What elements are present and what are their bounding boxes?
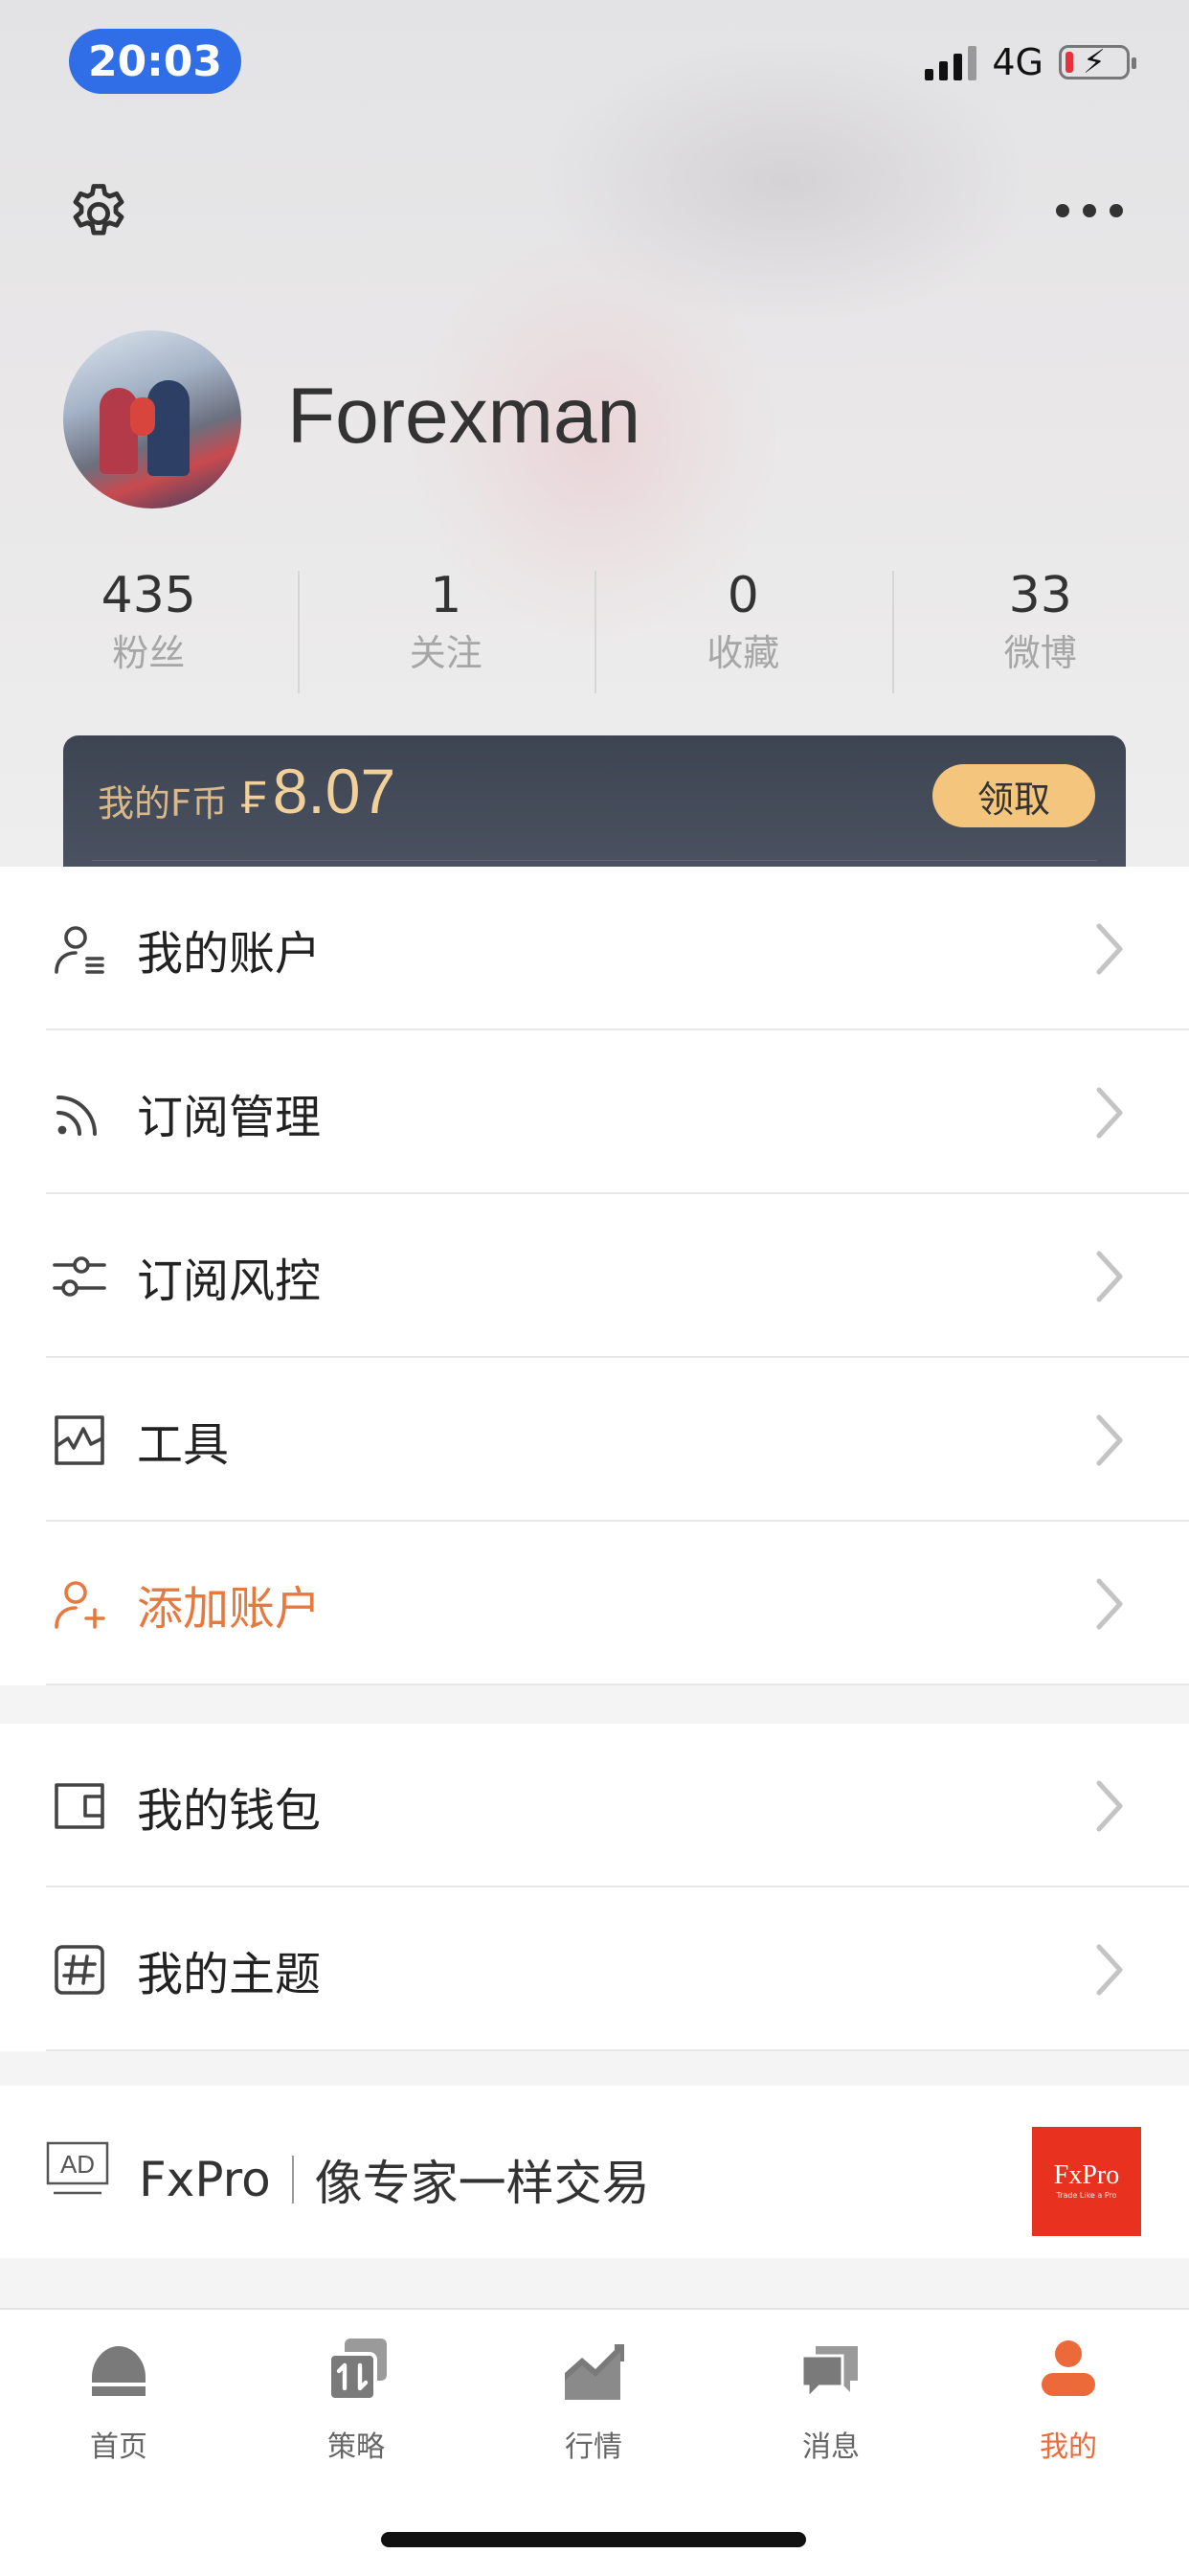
chevron-right-icon	[1091, 1412, 1130, 1469]
home-indicator[interactable]	[381, 2532, 806, 2547]
fxpro-logo-text: FxPro	[1054, 2161, 1119, 2190]
chevron-right-icon	[1091, 1941, 1130, 1999]
stat-label: 微博	[1004, 626, 1077, 680]
add-user-icon	[46, 1570, 113, 1638]
tab-label: 我的	[1040, 2423, 1097, 2465]
tab-label: 行情	[565, 2423, 622, 2465]
stat-value: 1	[430, 565, 461, 626]
chevron-right-icon	[1091, 1248, 1130, 1305]
status-indicators: 4G ⚡	[925, 38, 1130, 86]
menu-item-my-wallet[interactable]: 我的钱包	[0, 1724, 1189, 1887]
stat-value: 33	[1009, 565, 1072, 626]
ad-separator	[292, 2156, 294, 2203]
menu-item-subscription-risk-control[interactable]: 订阅风控	[0, 1194, 1189, 1358]
rss-icon	[46, 1079, 113, 1146]
account-icon	[46, 915, 113, 983]
gear-icon[interactable]	[61, 176, 136, 251]
tab-label: 策略	[327, 2423, 385, 2465]
divider	[46, 2049, 1189, 2051]
tab-market[interactable]: 行情	[475, 2331, 712, 2465]
ad-brand: FxPro	[139, 2152, 271, 2207]
menu-item-label: 订阅风控	[137, 1243, 321, 1310]
menu-item-label: 订阅管理	[137, 1079, 321, 1146]
battery-icon: ⚡	[1059, 45, 1130, 79]
menu-item-label: 添加账户	[137, 1570, 321, 1638]
strategy-icon	[318, 2331, 394, 2407]
status-time: 20:03	[69, 29, 241, 94]
divider	[46, 1683, 1189, 1685]
stat-value: 435	[101, 565, 196, 626]
stat-label: 关注	[410, 626, 482, 680]
menu-item-label: 我的主题	[137, 1936, 321, 2003]
ad-badge-icon: AD	[46, 2141, 109, 2197]
coin-symbol: ₣	[241, 773, 267, 824]
tab-label: 首页	[90, 2423, 147, 2465]
menu-group-main: 我的账户 订阅管理 订阅风控 工具	[0, 867, 1189, 1685]
stat-label: 收藏	[707, 626, 779, 680]
stat-label: 粉丝	[112, 626, 185, 680]
coin-value: ₣8.07	[241, 755, 395, 827]
username: Forexman	[287, 372, 640, 462]
chart-tool-icon	[46, 1407, 113, 1474]
menu-item-label: 工具	[137, 1407, 229, 1474]
tab-label: 消息	[802, 2423, 860, 2465]
menu-item-my-account[interactable]: 我的账户	[0, 867, 1189, 1030]
wallet-icon	[46, 1773, 113, 1840]
coin-balance-card[interactable]: 我的F币 ₣8.07 领取	[63, 735, 1126, 867]
chevron-right-icon	[1091, 1575, 1130, 1633]
coin-label: 我的F币	[98, 774, 228, 826]
fxpro-logo[interactable]: FxPro Trade Like a Pro	[1032, 2127, 1141, 2236]
stat-posts[interactable]: 33 微博	[892, 565, 1189, 699]
coin-amount: 8.07	[273, 756, 395, 826]
menu-item-subscription-management[interactable]: 订阅管理	[0, 1030, 1189, 1194]
tab-profile[interactable]: 我的	[950, 2331, 1187, 2465]
hashtag-icon	[46, 1936, 113, 2003]
sliders-icon	[46, 1243, 113, 1310]
network-type: 4G	[992, 41, 1043, 83]
menu-item-label: 我的钱包	[137, 1773, 321, 1840]
stat-favorites[interactable]: 0 收藏	[594, 565, 892, 699]
menu-item-tools[interactable]: 工具	[0, 1358, 1189, 1522]
profile-icon	[1030, 2331, 1107, 2407]
chevron-right-icon	[1091, 1777, 1130, 1835]
stat-value: 0	[728, 565, 759, 626]
menu-item-my-topics[interactable]: 我的主题	[0, 1887, 1189, 2051]
more-dots-icon[interactable]	[1051, 192, 1128, 230]
tab-messages[interactable]: 消息	[712, 2331, 950, 2465]
stat-followers[interactable]: 435 粉丝	[0, 565, 298, 699]
divider	[92, 860, 1097, 861]
chevron-right-icon	[1091, 1084, 1130, 1141]
market-icon	[555, 2331, 632, 2407]
ad-slogan: 像专家一样交易	[315, 2145, 650, 2214]
ad-text: FxPro 像专家一样交易	[139, 2145, 650, 2214]
tab-home[interactable]: 首页	[0, 2331, 237, 2465]
claim-button[interactable]: 领取	[932, 764, 1095, 827]
menu-item-label: 我的账户	[137, 915, 321, 983]
home-icon	[80, 2331, 157, 2407]
stat-following[interactable]: 1 关注	[298, 565, 595, 699]
signal-icon	[925, 44, 976, 80]
message-icon	[793, 2331, 869, 2407]
tab-strategy[interactable]: 策略	[237, 2331, 475, 2465]
menu-item-add-account[interactable]: 添加账户	[0, 1522, 1189, 1685]
ad-banner[interactable]: AD FxPro 像专家一样交易 FxPro Trade Like a Pro	[0, 2086, 1189, 2258]
fxpro-logo-subtext: Trade Like a Pro	[1056, 2190, 1116, 2202]
avatar[interactable]	[63, 330, 241, 508]
chevron-right-icon	[1091, 920, 1130, 978]
menu-group-secondary: 我的钱包 我的主题	[0, 1724, 1189, 2051]
ad-badge-text: AD	[60, 2150, 95, 2179]
profile-header: 20:03 4G ⚡ Forexman 435 粉丝 1 关注 0 收藏	[0, 0, 1189, 867]
profile-stats: 435 粉丝 1 关注 0 收藏 33 微博	[0, 565, 1189, 699]
